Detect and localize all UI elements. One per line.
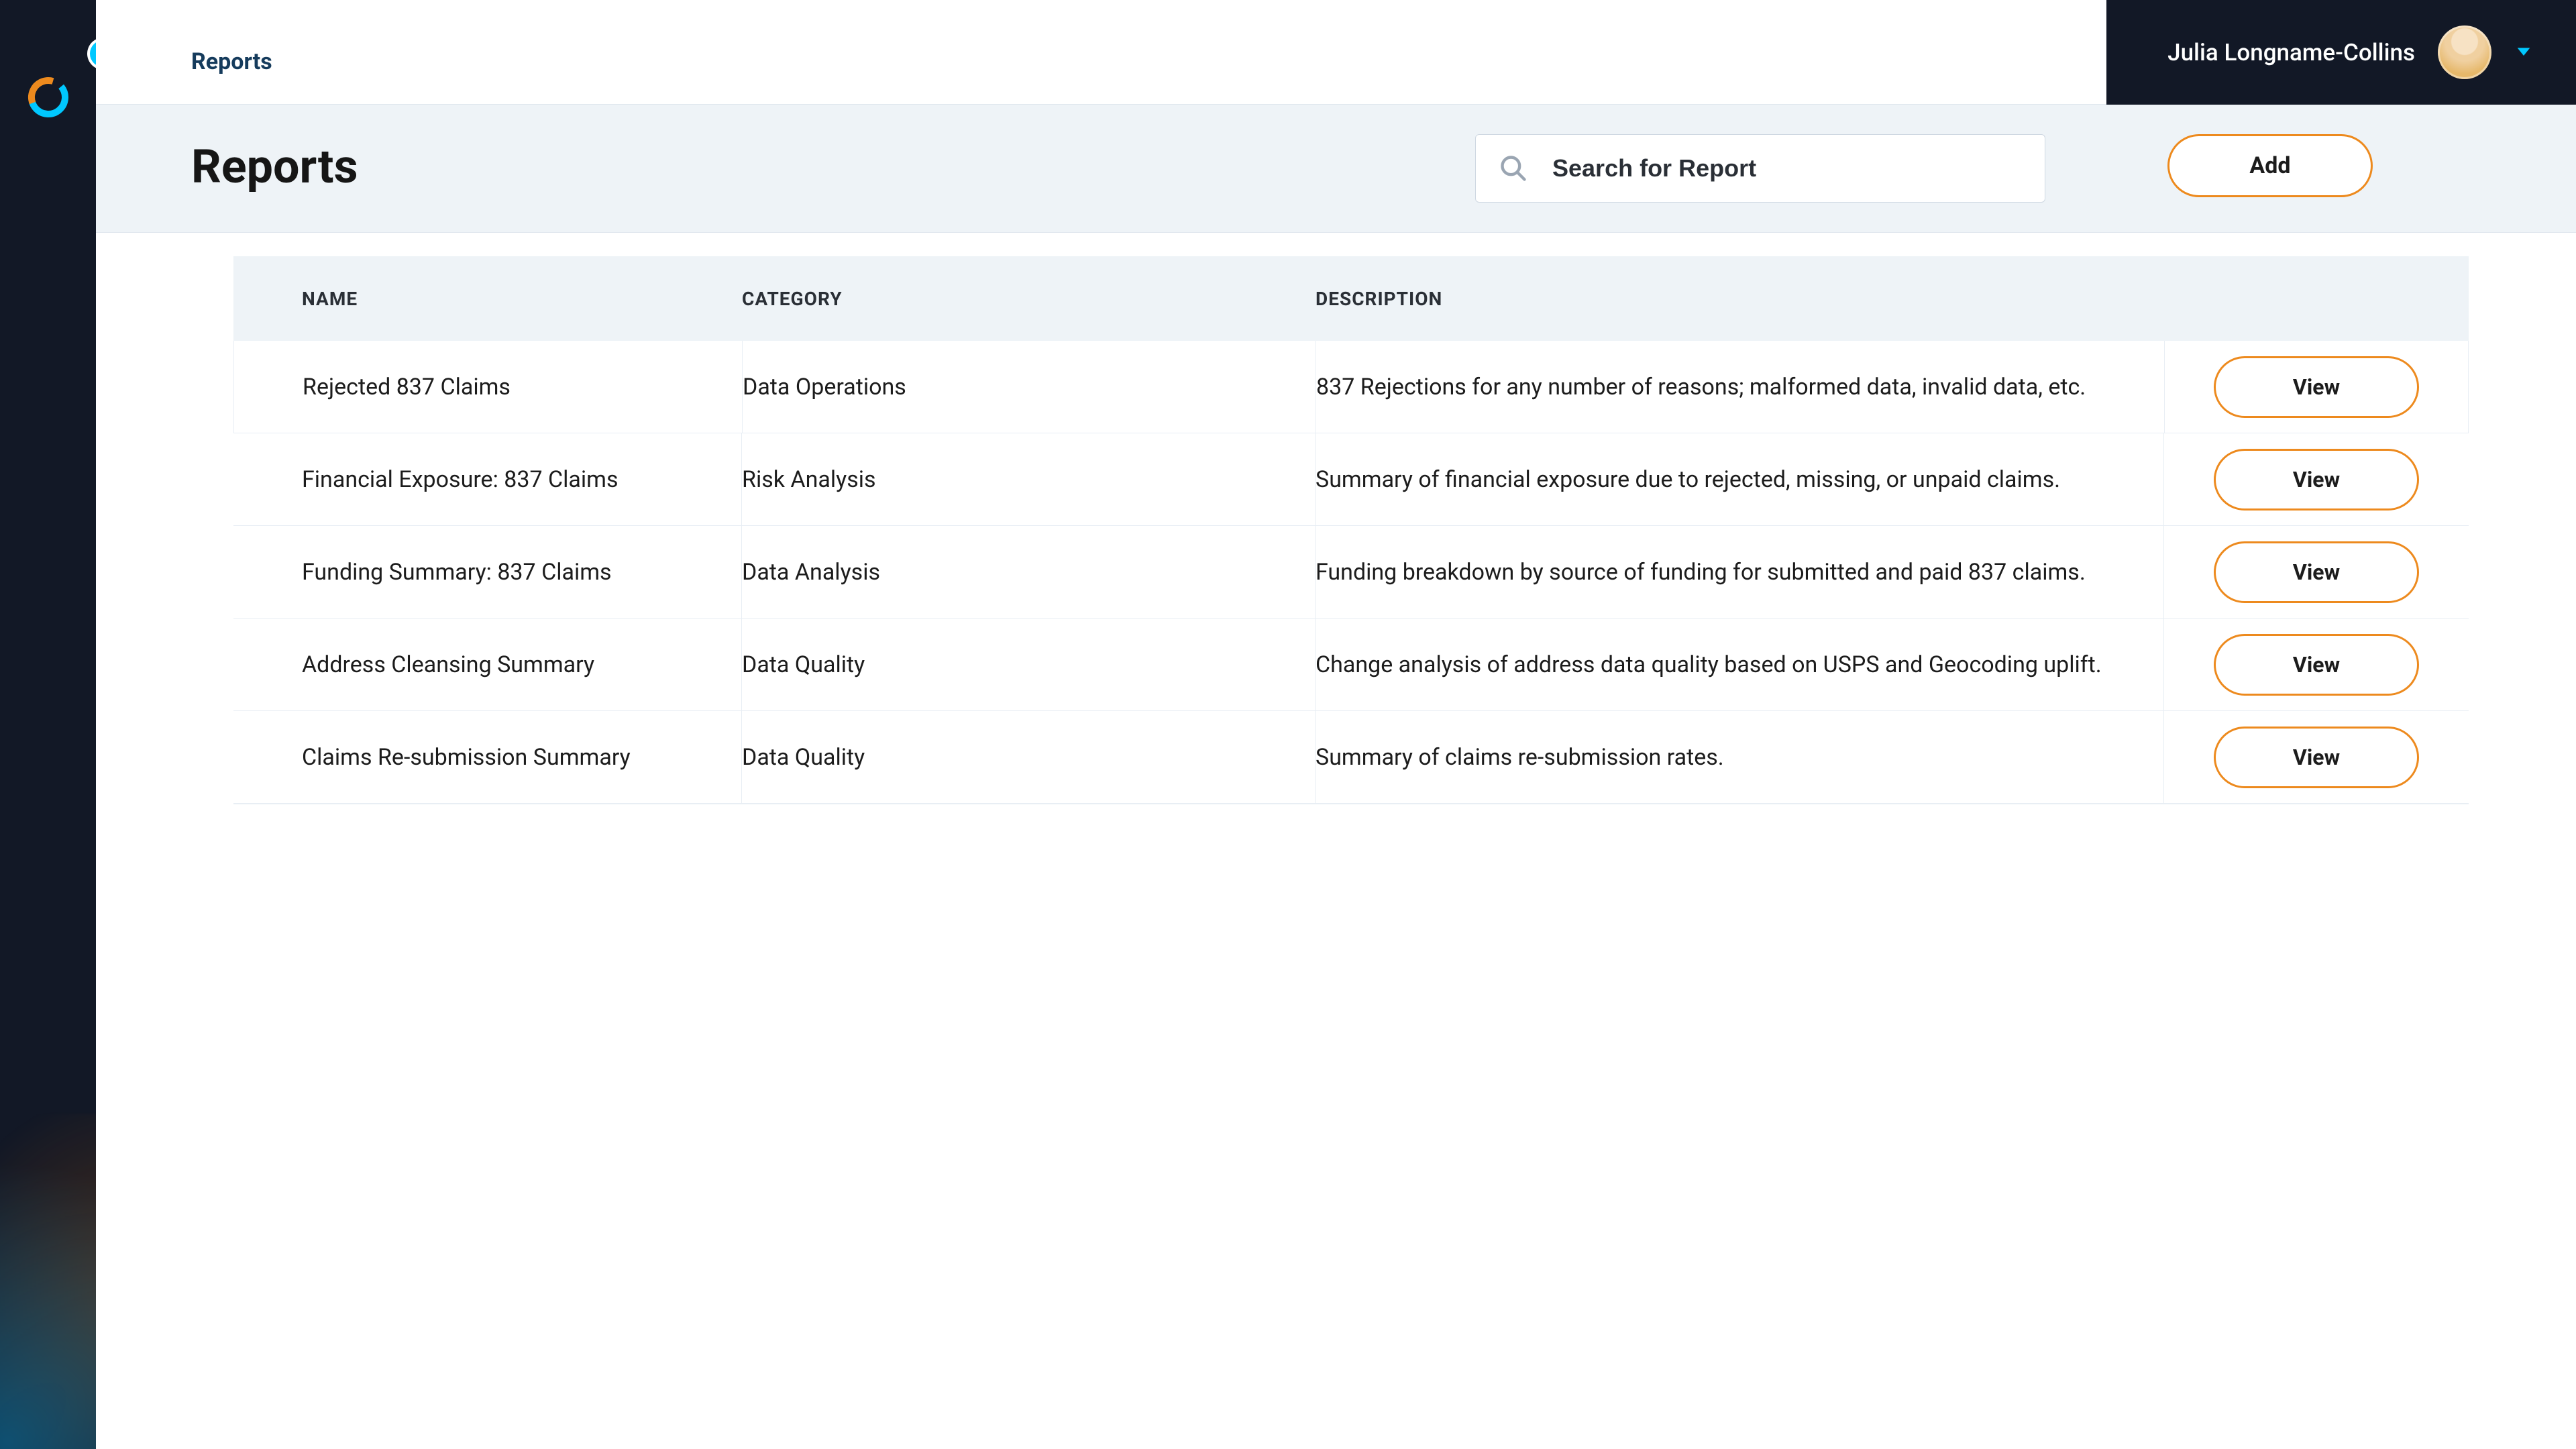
cell-description: Funding breakdown by source of funding f… bbox=[1316, 526, 2164, 618]
view-button-label: View bbox=[2293, 374, 2340, 400]
cell-category: Data Analysis bbox=[742, 526, 1316, 618]
column-header-name[interactable]: NAME bbox=[302, 256, 742, 341]
cell-action: View bbox=[2164, 727, 2469, 788]
search-field-wrapper[interactable] bbox=[1475, 134, 2045, 203]
table-row: Funding Summary: 837 ClaimsData Analysis… bbox=[233, 526, 2469, 619]
reports-table: NAME CATEGORY DESCRIPTION Rejected 837 C… bbox=[233, 256, 2469, 804]
cell-category: Risk Analysis bbox=[742, 433, 1316, 525]
cell-name: Claims Re-submission Summary bbox=[302, 711, 742, 803]
table-header-row: NAME CATEGORY DESCRIPTION bbox=[233, 256, 2469, 341]
avatar[interactable] bbox=[2438, 25, 2491, 79]
view-button[interactable]: View bbox=[2214, 449, 2419, 511]
view-button-label: View bbox=[2293, 652, 2340, 678]
cell-action: View bbox=[2164, 449, 2469, 511]
view-button[interactable]: View bbox=[2214, 541, 2419, 603]
table-row: Address Cleansing SummaryData QualityCha… bbox=[233, 619, 2469, 711]
table-row: Financial Exposure: 837 ClaimsRisk Analy… bbox=[233, 433, 2469, 526]
cell-category: Data Quality bbox=[742, 619, 1316, 710]
cell-name: Funding Summary: 837 Claims bbox=[302, 526, 742, 618]
cell-action: View bbox=[2164, 541, 2469, 603]
user-name: Julia Longname-Collins bbox=[2167, 39, 2415, 66]
breadcrumb[interactable]: Reports bbox=[191, 48, 272, 75]
view-button-label: View bbox=[2293, 467, 2340, 492]
search-input[interactable] bbox=[1552, 154, 2022, 182]
table-row: Rejected 837 ClaimsData Operations837 Re… bbox=[233, 341, 2469, 433]
add-button[interactable]: Add bbox=[2167, 134, 2373, 197]
cell-name: Financial Exposure: 837 Claims bbox=[302, 433, 742, 525]
view-button[interactable]: View bbox=[2214, 727, 2419, 788]
cell-action: View bbox=[2165, 356, 2468, 418]
brand-logo-icon[interactable] bbox=[26, 75, 70, 122]
cell-action: View bbox=[2164, 634, 2469, 696]
view-button-label: View bbox=[2293, 559, 2340, 585]
cell-description: 837 Rejections for any number of reasons… bbox=[1316, 341, 2165, 433]
cell-name: Address Cleansing Summary bbox=[302, 619, 742, 710]
view-button[interactable]: View bbox=[2214, 356, 2419, 418]
user-area: Julia Longname-Collins bbox=[2106, 0, 2576, 105]
cell-category: Data Operations bbox=[743, 341, 1316, 433]
cell-name: Rejected 837 Claims bbox=[303, 341, 743, 433]
column-header-category[interactable]: CATEGORY bbox=[742, 256, 1316, 341]
cell-description: Change analysis of address data quality … bbox=[1316, 619, 2164, 710]
page-title: Reports bbox=[191, 140, 358, 195]
chevron-down-icon[interactable] bbox=[2514, 42, 2533, 63]
add-button-label: Add bbox=[2249, 152, 2290, 179]
column-header-description[interactable]: DESCRIPTION bbox=[1316, 256, 2164, 341]
sidebar-decorative-glow bbox=[0, 1114, 96, 1449]
view-button-label: View bbox=[2293, 745, 2340, 770]
cell-category: Data Quality bbox=[742, 711, 1316, 803]
view-button[interactable]: View bbox=[2214, 634, 2419, 696]
cell-description: Summary of financial exposure due to rej… bbox=[1316, 433, 2164, 525]
table-row: Claims Re-submission SummaryData Quality… bbox=[233, 711, 2469, 804]
search-icon bbox=[1499, 154, 1528, 183]
cell-description: Summary of claims re-submission rates. bbox=[1316, 711, 2164, 803]
page-header-band: Reports Add bbox=[96, 105, 2576, 233]
sidebar bbox=[0, 0, 96, 1449]
topbar: Reports Julia Longname-Collins bbox=[96, 0, 2576, 105]
